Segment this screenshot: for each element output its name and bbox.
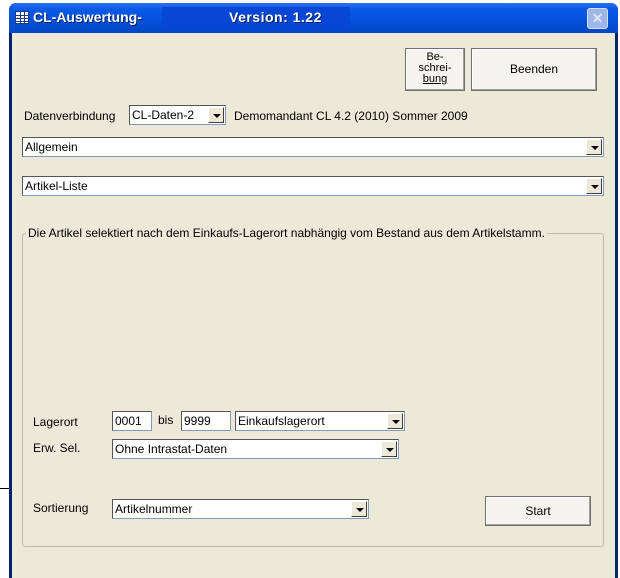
- title-bar[interactable]: CL-Auswertung- Version: 1.22 ✕: [9, 3, 618, 33]
- connection-select[interactable]: CL-Daten-2: [129, 105, 226, 125]
- client-area: Be- schrei- bung Beenden Datenverbindung…: [12, 33, 615, 578]
- beschreibung-line-1: Be-: [426, 51, 444, 63]
- chevron-down-icon[interactable]: [208, 107, 224, 123]
- category-select[interactable]: Allgemein: [22, 137, 604, 157]
- chevron-down-icon[interactable]: [351, 501, 367, 517]
- lagerort-type-select[interactable]: Einkaufslagerort: [235, 411, 405, 431]
- erw-sel-select[interactable]: Ohne Intrastat-Daten: [112, 439, 399, 459]
- bis-label: bis: [158, 413, 174, 427]
- lagerort-label: Lagerort: [33, 415, 78, 429]
- report-description: Die Artikel selektiert nach dem Einkaufs…: [26, 226, 547, 240]
- connection-value: CL-Daten-2: [132, 108, 195, 122]
- sortierung-select[interactable]: Artikelnummer: [112, 499, 369, 519]
- lagerort-to-field[interactable]: 9999: [181, 411, 231, 431]
- sortierung-label: Sortierung: [33, 501, 89, 515]
- chevron-down-icon[interactable]: [381, 441, 397, 457]
- lagerort-from-value: 0001: [115, 414, 142, 428]
- close-button[interactable]: ✕: [587, 8, 608, 29]
- window-title: CL-Auswertung-: [33, 9, 142, 25]
- close-icon: ✕: [591, 10, 604, 26]
- lagerort-to-value: 9999: [184, 414, 211, 428]
- company-info: Demomandant CL 4.2 (2010) Sommer 2009: [234, 109, 468, 123]
- erw-sel-label: Erw. Sel.: [33, 441, 81, 455]
- beschreibung-line-3: bung: [422, 73, 448, 85]
- start-button[interactable]: Start: [485, 496, 591, 526]
- sortierung-value: Artikelnummer: [115, 502, 193, 516]
- report-select[interactable]: Artikel-Liste: [22, 176, 604, 196]
- app-window: CL-Auswertung- Version: 1.22 ✕ Be- schre…: [9, 3, 618, 578]
- lagerort-from-field[interactable]: 0001: [112, 411, 152, 431]
- chevron-down-icon[interactable]: [387, 413, 403, 429]
- report-value: Artikel-Liste: [25, 179, 88, 193]
- beschreibung-line-2: schrei-: [418, 62, 452, 74]
- start-label: Start: [525, 504, 551, 518]
- lagerort-type-value: Einkaufslagerort: [238, 414, 325, 428]
- window-version: Version: 1.22: [229, 9, 322, 25]
- beenden-button[interactable]: Beenden: [471, 48, 597, 91]
- category-value: Allgemein: [25, 140, 78, 154]
- chevron-down-icon[interactable]: [586, 139, 602, 155]
- beschreibung-button[interactable]: Be- schrei- bung: [405, 48, 465, 91]
- table-icon: [15, 11, 29, 24]
- beenden-label: Beenden: [509, 62, 559, 76]
- erw-sel-value: Ohne Intrastat-Daten: [115, 442, 228, 456]
- chevron-down-icon[interactable]: [586, 178, 602, 194]
- datenverbindung-label: Datenverbindung: [24, 109, 116, 123]
